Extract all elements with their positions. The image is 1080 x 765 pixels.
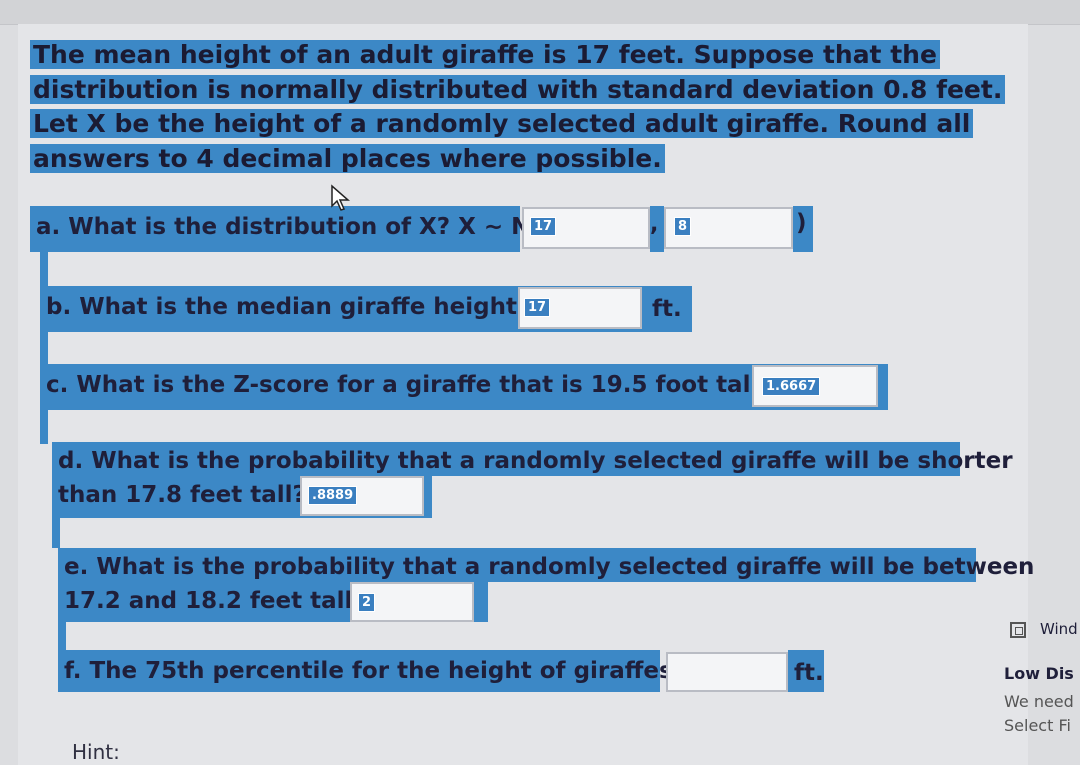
mouse-cursor-icon [331, 184, 350, 211]
question-c-label: c. What is the Z-score for a giraffe tha… [46, 372, 772, 398]
side-panel-line-2[interactable]: Select Fi [1004, 716, 1071, 735]
answer-e-value: 2 [358, 593, 376, 612]
answer-c-value: 1.6667 [762, 377, 821, 396]
answer-f-input[interactable] [666, 652, 788, 692]
question-f-label: f. The 75th percentile for the height of… [64, 658, 703, 684]
question-a-separator: , [650, 212, 659, 237]
answer-d-value: .8889 [308, 486, 358, 505]
question-a-label: a. What is the distribution of X? X ~ N( [36, 214, 541, 240]
window-icon [1010, 622, 1026, 638]
problem-text: The mean height of an adult giraffe is 1… [30, 40, 1006, 173]
question-b-label: b. What is the median giraffe height? [46, 294, 531, 320]
question-c-tail [40, 410, 48, 444]
side-panel-title: Wind [1040, 620, 1078, 638]
question-b-tail [40, 332, 48, 366]
question-d-label: d. What is the probability that a random… [58, 448, 1013, 508]
question-d-tail [52, 518, 60, 548]
top-band [0, 0, 1080, 25]
question-a-tail [40, 252, 48, 288]
answer-a-mean-value: 17 [530, 217, 557, 236]
answer-b-value: 17 [524, 298, 551, 317]
answer-f-unit: ft. [794, 660, 824, 686]
question-a-close: ) [796, 210, 807, 236]
side-panel-heading: Low Dis [1004, 664, 1074, 683]
problem-statement: The mean height of an adult giraffe is 1… [30, 38, 1040, 176]
question-e-tail [58, 622, 66, 652]
answer-b-unit: ft. [652, 296, 682, 322]
side-panel-line-1: We need [1004, 692, 1074, 711]
question-e-label: e. What is the probability that a random… [64, 554, 1035, 614]
answer-a-sd-value: 8 [674, 217, 692, 236]
hint-label[interactable]: Hint: [72, 740, 120, 764]
